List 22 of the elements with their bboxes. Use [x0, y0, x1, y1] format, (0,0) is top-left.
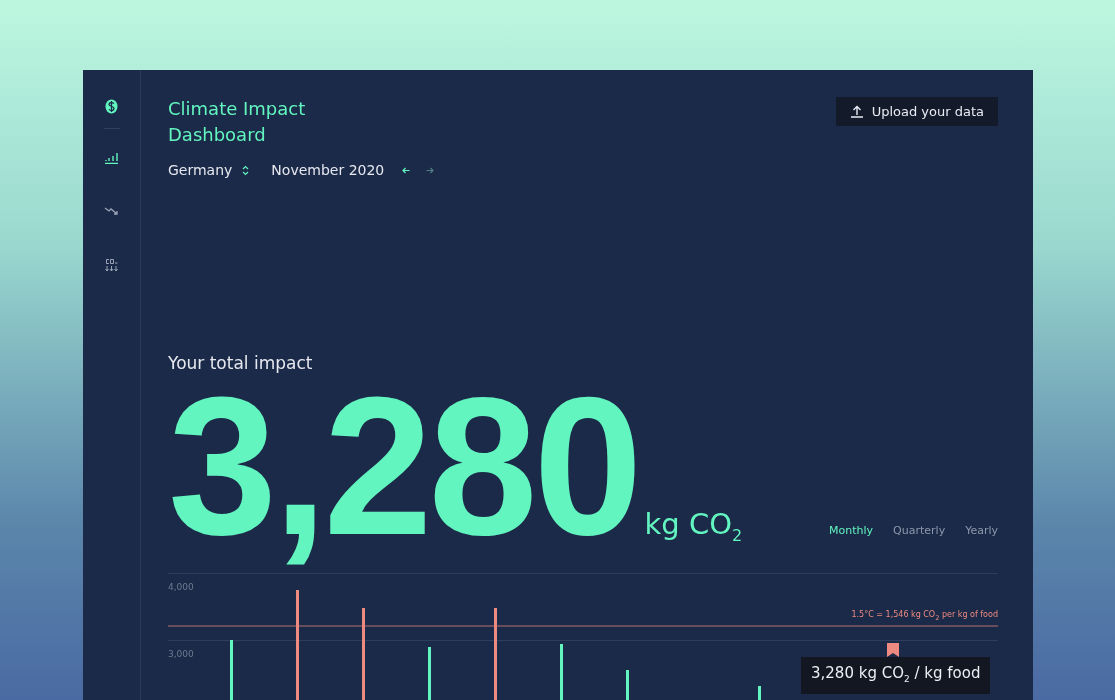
period-tab[interactable]: Quarterly	[893, 524, 946, 537]
arrow-left-icon	[402, 166, 411, 174]
dashboard-title: Climate Impact Dashboard	[168, 97, 307, 147]
axis-label: 3,000	[168, 649, 194, 659]
axis-label: 4,000	[168, 582, 194, 592]
country-select[interactable]: Germany	[168, 162, 233, 178]
upload-icon	[849, 105, 864, 118]
arrow-right-icon	[426, 166, 435, 174]
sort-icon[interactable]	[242, 164, 250, 176]
threshold-label: 1.5°C = 1,546 kg CO$_{2}$ per kg of food	[851, 610, 998, 619]
total-label: Your total impact	[168, 353, 314, 373]
marker-icon[interactable]	[887, 643, 899, 657]
upload-button[interactable]: Upload your data	[835, 97, 998, 126]
period-tab[interactable]: Monthly	[829, 524, 874, 537]
month-label: November 2020	[271, 162, 385, 178]
period-tab[interactable]: Yearly	[965, 524, 998, 537]
chart-tooltip: 3,280 kg CO$_{2}$ / kg food	[801, 657, 991, 694]
bar-chart-icon[interactable]	[104, 150, 119, 164]
trend-down-icon[interactable]	[104, 206, 119, 216]
logo-icon[interactable]	[105, 98, 118, 114]
unit-label: kg CO$_{2}$	[644, 507, 743, 545]
co2-arrows-icon[interactable]	[104, 258, 119, 272]
